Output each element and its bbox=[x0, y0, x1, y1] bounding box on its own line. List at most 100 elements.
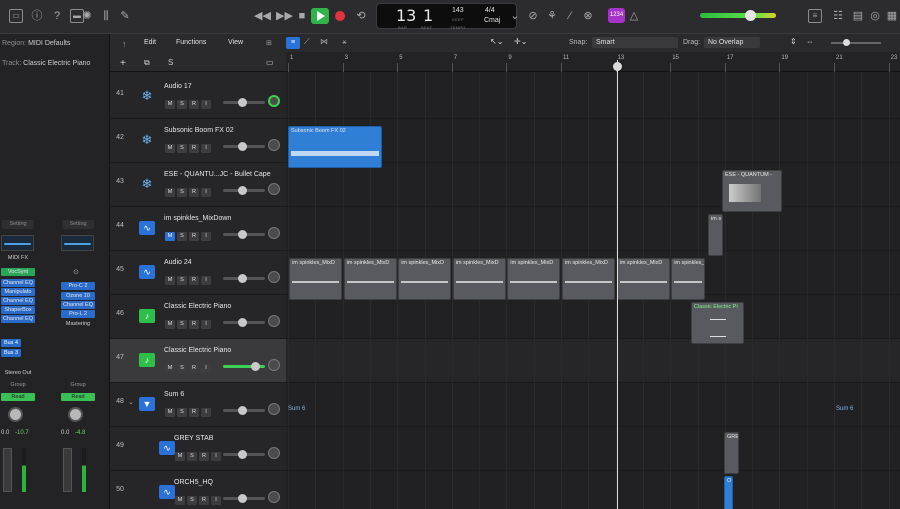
flex-icon[interactable]: ⋈ bbox=[320, 37, 328, 46]
solo-button[interactable]: S bbox=[177, 144, 187, 153]
tracks-area[interactable]: Subsonic Boom FX 02 ESE - QUANTUM - im s… bbox=[286, 72, 900, 509]
grid-view-icon[interactable]: ⊞ bbox=[266, 39, 272, 47]
list-editors-icon[interactable]: ≡ bbox=[808, 9, 822, 23]
smart-controls-icon[interactable]: ✺ bbox=[80, 9, 94, 23]
track-header[interactable]: 41 ❄ Audio 17 M S R I bbox=[110, 75, 286, 119]
eq-thumbnail[interactable] bbox=[61, 235, 94, 251]
track-volume-slider[interactable] bbox=[223, 494, 265, 503]
track-header[interactable]: 46 ♪ Classic Electric Piano M S R I bbox=[110, 295, 286, 339]
track-pan-knob[interactable] bbox=[268, 491, 280, 503]
plugin-slot[interactable]: Channel EQ bbox=[1, 297, 35, 305]
record-enable-button[interactable]: R bbox=[199, 496, 209, 505]
track-inspector-header[interactable]: Track: Classic Electric Piano bbox=[2, 60, 90, 67]
volume-fader[interactable] bbox=[63, 448, 72, 492]
track-lane[interactable] bbox=[286, 163, 900, 207]
solo-button[interactable]: S bbox=[187, 452, 197, 461]
group-slot[interactable]: Group bbox=[61, 381, 95, 389]
disclosure-triangle-icon[interactable]: ⌄ bbox=[128, 398, 134, 406]
audio-region[interactable]: GRE bbox=[724, 432, 739, 474]
edit-menu[interactable]: Edit bbox=[144, 39, 156, 46]
send-slot[interactable]: Bus 3 bbox=[1, 349, 21, 357]
track-volume-slider[interactable] bbox=[223, 142, 265, 151]
input-monitor-button[interactable]: I bbox=[201, 408, 211, 417]
track-volume-slider[interactable] bbox=[223, 98, 265, 107]
track-volume-slider[interactable] bbox=[223, 362, 265, 371]
track-lane[interactable] bbox=[286, 471, 900, 509]
solo-button[interactable]: S bbox=[177, 320, 187, 329]
track-name[interactable]: ESE - QUANTU...JC - Bullet Cape bbox=[164, 171, 271, 178]
bar-ruler[interactable]: 1 3 5 7 9 11 13 15 17 19 21 23 bbox=[286, 52, 900, 72]
track-name[interactable]: Classic Electric Piano bbox=[164, 303, 231, 310]
plugin-slot[interactable]: Pro-L 2 bbox=[61, 310, 95, 318]
record-enable-button[interactable]: R bbox=[189, 408, 199, 417]
summing-region-label[interactable]: Sum 6 bbox=[288, 406, 305, 412]
playhead-handle[interactable] bbox=[613, 62, 622, 71]
track-name[interactable]: Classic Electric Piano bbox=[164, 347, 231, 354]
input-monitor-button[interactable]: I bbox=[201, 276, 211, 285]
snap-select[interactable]: Smart bbox=[592, 37, 678, 48]
mute-button[interactable]: M bbox=[165, 100, 175, 109]
mute-button[interactable]: M bbox=[165, 364, 175, 373]
add-track-icon[interactable]: + bbox=[120, 58, 126, 69]
plugin-slot[interactable]: Pro-C 2 bbox=[61, 282, 95, 290]
alt-tool-icon[interactable]: ✛⌄ bbox=[514, 37, 527, 46]
zoom-slider[interactable] bbox=[831, 39, 881, 46]
audio-region[interactable]: Subsonic Boom FX 02 bbox=[288, 126, 382, 168]
track-volume-knob[interactable] bbox=[238, 406, 247, 415]
pan-knob[interactable] bbox=[68, 407, 83, 422]
track-header[interactable]: 43 ❄ ESE - QUANTU...JC - Bullet Cape M S R I bbox=[110, 163, 286, 207]
track-volume-knob[interactable] bbox=[238, 450, 247, 459]
track-volume-knob[interactable] bbox=[251, 362, 260, 371]
track-lane[interactable] bbox=[286, 427, 900, 471]
track-volume-knob[interactable] bbox=[238, 230, 247, 239]
track-name[interactable]: Audio 17 bbox=[164, 83, 192, 90]
stop-icon[interactable]: ■ bbox=[295, 9, 309, 23]
editors-icon[interactable]: ✎ bbox=[118, 9, 132, 23]
mute-button[interactable]: M bbox=[165, 408, 175, 417]
track-lane[interactable] bbox=[286, 339, 900, 383]
input-monitor-button[interactable]: I bbox=[201, 100, 211, 109]
track-pan-knob[interactable] bbox=[268, 227, 280, 239]
mute-button[interactable]: M bbox=[175, 496, 185, 505]
fit-horizontal-icon[interactable]: ⇔ bbox=[806, 37, 814, 46]
track-volume-slider[interactable] bbox=[223, 450, 265, 459]
cycle-icon[interactable]: ⟲ bbox=[354, 9, 368, 23]
track-pan-knob[interactable] bbox=[268, 139, 280, 151]
audio-region[interactable]: O bbox=[724, 476, 733, 509]
plugin-slot[interactable]: ShaperBox bbox=[1, 306, 35, 314]
track-pan-knob[interactable] bbox=[268, 359, 280, 371]
record-enable-button[interactable]: R bbox=[189, 320, 199, 329]
master-volume-slider[interactable] bbox=[700, 13, 776, 18]
solo-button[interactable]: S bbox=[177, 188, 187, 197]
track-name[interactable]: ORCH5_HQ bbox=[174, 479, 213, 486]
track-volume-slider[interactable] bbox=[223, 274, 265, 283]
track-volume-knob[interactable] bbox=[238, 98, 247, 107]
duplicate-track-icon[interactable]: ⧉ bbox=[144, 58, 150, 68]
track-lane[interactable] bbox=[286, 75, 900, 119]
track-header[interactable]: 47 ♪ Classic Electric Piano M S R I bbox=[110, 339, 286, 383]
catch-icon[interactable]: ▭ bbox=[266, 58, 274, 67]
loop-browser-icon[interactable]: ▤ bbox=[851, 9, 865, 23]
track-volume-slider[interactable] bbox=[223, 406, 265, 415]
replace-icon[interactable]: ⊘ bbox=[526, 9, 540, 23]
track-lane[interactable] bbox=[286, 207, 900, 251]
audio-region[interactable]: im spinkles_MixD bbox=[398, 258, 452, 300]
output-slot[interactable]: Stereo Out bbox=[1, 369, 35, 377]
mute-button[interactable]: M bbox=[165, 232, 175, 241]
solo-button[interactable]: S bbox=[177, 232, 187, 241]
audio-region[interactable]: im spinkles_MixD bbox=[452, 258, 506, 300]
region-inspector-header[interactable]: Region: MIDI Defaults bbox=[2, 40, 71, 47]
record-enable-button[interactable]: R bbox=[189, 100, 199, 109]
share-icon[interactable]: ▦ bbox=[885, 9, 899, 23]
solo-button[interactable]: S bbox=[177, 100, 187, 109]
plugin-slot[interactable]: Ozone 10 bbox=[61, 292, 95, 300]
track-volume-knob[interactable] bbox=[238, 318, 247, 327]
track-pan-knob[interactable] bbox=[268, 403, 280, 415]
track-header[interactable]: 45 ∿ Audio 24 M S R I bbox=[110, 251, 286, 295]
global-solo-icon[interactable]: S bbox=[168, 58, 173, 67]
record-button[interactable] bbox=[335, 11, 345, 21]
mute-button[interactable]: M bbox=[165, 188, 175, 197]
input-monitor-button[interactable]: I bbox=[211, 496, 221, 505]
track-name[interactable]: Sum 6 bbox=[164, 391, 184, 398]
inspector-icon[interactable]: ⓘ bbox=[30, 9, 44, 23]
